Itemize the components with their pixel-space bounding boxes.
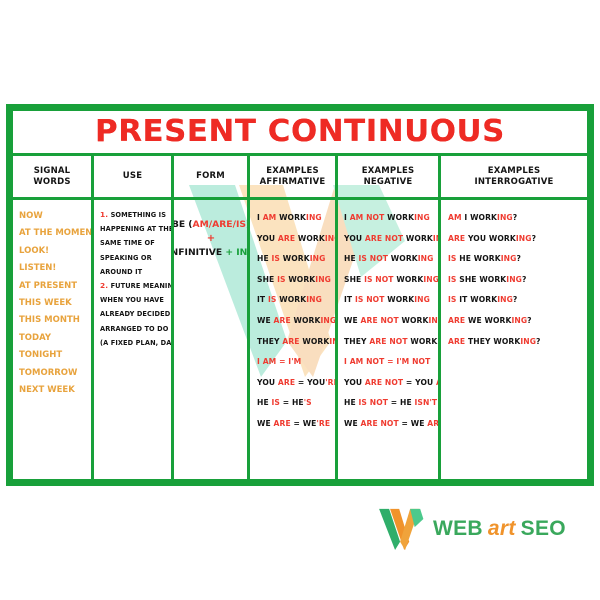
affirmative-list: I AM WORKING YOU ARE WORKING HE IS WORKI…	[250, 200, 335, 483]
list-item: TOMORROW	[19, 367, 78, 378]
list-item: ARE WE WORKING?	[448, 315, 532, 325]
header-affirmative-line2: AFFIRMATIVE	[259, 176, 326, 187]
poster-title-row: PRESENT CONTINUOUS	[13, 111, 587, 156]
form-content: BE (AM/ARE/IS) + INFINITIVE + ING	[174, 200, 247, 483]
header-negative-line2: NEGATIVE	[363, 176, 413, 187]
list-item: NEXT WEEK	[19, 385, 75, 396]
list-item: IT IS WORKING	[257, 295, 322, 305]
list-item: SHE IS NOT WORKING	[344, 274, 438, 284]
column-examples-negative: EXAMPLES NEGATIVE I AM NOT WORKING YOU A…	[338, 156, 441, 483]
list-item: HAPPENING AT THE	[100, 225, 171, 234]
list-item: YOU ARE WORKING	[257, 233, 335, 243]
list-item: (A FIXED PLAN, DATE)	[100, 338, 171, 347]
form-line-be: BE (AM/ARE/IS)	[174, 219, 247, 230]
list-item: IS SHE WORKING?	[448, 274, 527, 284]
web-art-seo-mark-icon	[379, 508, 424, 550]
header-interrogative-line1: EXAMPLES	[487, 165, 541, 176]
poster-frame: PRESENT CONTINUOUS SIGNAL WORDS NOW AT T…	[6, 104, 594, 486]
list-item: SPEAKING OR	[100, 253, 152, 262]
list-item: WE ARE WORKING	[257, 315, 335, 325]
list-item: TONIGHT	[19, 350, 63, 361]
header-examples-affirmative: EXAMPLES AFFIRMATIVE	[250, 156, 335, 200]
list-item: IS HE WORKING?	[448, 254, 521, 264]
list-item: IT IS NOT WORKING	[344, 295, 430, 305]
list-item: AROUND IT	[100, 267, 143, 276]
header-use: USE	[94, 156, 171, 200]
header-negative-line1: EXAMPLES	[361, 165, 415, 176]
list-item: WE ARE NOT = WE AREN'T	[344, 418, 438, 428]
list-item: I AM NOT = I'M NOT	[344, 357, 431, 367]
list-item: YOU ARE NOT WORKING	[344, 233, 438, 243]
interrogative-list: AM I WORKING? ARE YOU WORKING? IS HE WOR…	[441, 200, 587, 483]
logo-art-label: art	[487, 517, 516, 540]
header-use-label: USE	[122, 171, 143, 182]
list-item: YOU ARE NOT = YOU AREN'T	[344, 377, 438, 387]
list-item: WE ARE NOT WORKING	[344, 315, 438, 325]
use-list: 1. SOMETHING IS HAPPENING AT THE SAME TI…	[94, 200, 171, 483]
list-item: WE ARE = WE'RE	[257, 418, 331, 428]
list-item: TODAY	[19, 332, 51, 343]
list-item: THIS MONTH	[19, 315, 80, 326]
list-item: WHEN YOU HAVE	[100, 296, 164, 305]
list-item: THEY ARE WORKING	[257, 336, 335, 346]
list-item: ARE YOU WORKING?	[448, 233, 537, 243]
column-use: USE 1. SOMETHING IS HAPPENING AT THE SAM…	[94, 156, 174, 483]
list-item: HE IS NOT WORKING	[344, 254, 434, 264]
header-signal-words: SIGNAL WORDS	[13, 156, 91, 200]
list-item: HE IS = HE'S	[257, 398, 312, 408]
list-item: HE IS WORKING	[257, 254, 326, 264]
brand-logo-text: WEB art SEO	[433, 517, 566, 541]
list-item: ARRANGED TO DO IT	[100, 324, 171, 333]
list-item: THEY ARE NOT WORKING	[344, 336, 438, 346]
header-examples-interrogative: EXAMPLES INTERROGATIVE	[441, 156, 587, 200]
column-examples-interrogative: EXAMPLES INTERROGATIVE AM I WORKING? ARE…	[441, 156, 587, 483]
list-item: HE IS NOT = HE ISN'T	[344, 398, 438, 408]
list-item: 2. FUTURE MEANING:	[100, 281, 171, 291]
list-item: LISTEN!	[19, 263, 57, 274]
list-item: I AM NOT WORKING	[344, 213, 430, 222]
list-item: I AM = I'M	[257, 357, 302, 367]
list-item: ARE THEY WORKING?	[448, 336, 541, 346]
column-form: FORM BE (AM/ARE/IS) + INFINITIVE + ING	[174, 156, 250, 483]
form-plus: +	[206, 233, 216, 244]
brand-logo: WEB art SEO	[378, 508, 566, 550]
header-interrogative-line2: INTERROGATIVE	[474, 176, 554, 187]
list-item: SAME TIME OF	[100, 239, 155, 248]
list-item: AT PRESENT	[19, 280, 78, 291]
list-item: THIS WEEK	[19, 298, 72, 309]
column-signal-words: SIGNAL WORDS NOW AT THE MOMENT LOOK! LIS…	[13, 156, 94, 483]
form-line-infinitive: INFINITIVE + ING	[174, 247, 247, 258]
header-signal-words-label: SIGNAL WORDS	[33, 165, 71, 187]
list-item: NOW	[19, 211, 43, 221]
header-affirmative-line1: EXAMPLES	[266, 165, 319, 176]
header-form: FORM	[174, 156, 247, 200]
list-item: IS IT WORKING?	[448, 295, 518, 305]
list-item: AT THE MOMENT	[19, 228, 91, 239]
signal-words-list: NOW AT THE MOMENT LOOK! LISTEN! AT PRESE…	[13, 200, 91, 483]
list-item: 1. SOMETHING IS	[100, 210, 167, 219]
grammar-table: SIGNAL WORDS NOW AT THE MOMENT LOOK! LIS…	[13, 156, 587, 483]
page-title: PRESENT CONTINUOUS	[95, 114, 505, 149]
column-examples-affirmative: EXAMPLES AFFIRMATIVE I AM WORKING YOU AR…	[250, 156, 338, 483]
list-item: SHE IS WORKING	[257, 274, 331, 284]
list-item: AM I WORKING?	[448, 213, 518, 222]
logo-web-label: WEB	[433, 517, 483, 540]
list-item: YOU ARE = YOU'RE	[257, 377, 335, 387]
logo-seo-label: SEO	[520, 517, 566, 540]
header-form-label: FORM	[196, 171, 225, 182]
list-item: LOOK!	[19, 245, 50, 256]
negative-list: I AM NOT WORKING YOU ARE NOT WORKING HE …	[338, 200, 438, 483]
list-item: I AM WORKING	[257, 213, 322, 222]
list-item: ALREADY DECIDED AND	[100, 310, 171, 319]
header-examples-negative: EXAMPLES NEGATIVE	[338, 156, 438, 200]
poster-root: PRESENT CONTINUOUS SIGNAL WORDS NOW AT T…	[0, 0, 600, 600]
